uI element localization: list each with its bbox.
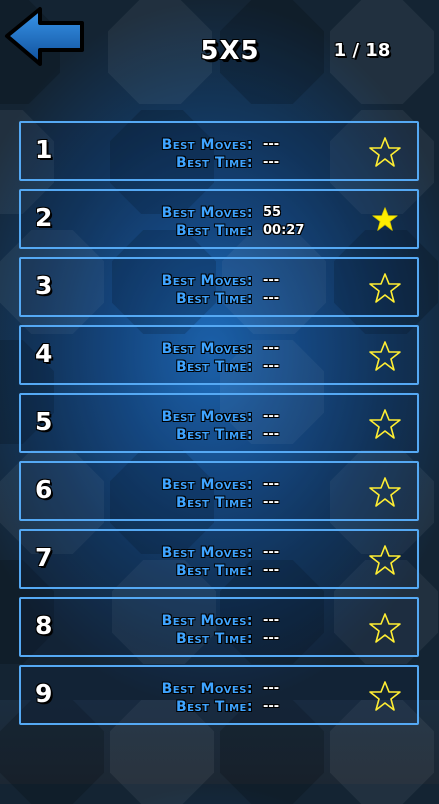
page-indicator: 1 / 18 [333, 40, 391, 61]
back-arrow-icon [5, 7, 84, 66]
star-outline-icon [369, 409, 401, 439]
best-time-value: --- [263, 291, 280, 306]
best-time-label: Best Time: [175, 699, 253, 715]
best-time-value: --- [263, 155, 280, 170]
best-moves-label: Best Moves: [161, 273, 253, 289]
best-time-value: --- [263, 563, 280, 578]
best-time-label: Best Time: [175, 631, 253, 647]
best-moves-value: --- [263, 409, 280, 424]
best-time-label: Best Time: [175, 563, 253, 579]
level-list: 1 Best Moves: --- Best Time: --- 2 Best … [19, 121, 419, 733]
star-outline-icon [369, 681, 401, 711]
best-time-label: Best Time: [175, 155, 253, 171]
level-number: 4 [35, 339, 53, 368]
star-outline-icon [369, 545, 401, 575]
level-row-8[interactable]: 8 Best Moves: --- Best Time: --- [19, 597, 419, 657]
level-number: 8 [35, 611, 53, 640]
level-row-9[interactable]: 9 Best Moves: --- Best Time: --- [19, 665, 419, 725]
star-filled-icon [372, 207, 398, 231]
best-moves-value: --- [263, 613, 280, 628]
level-number: 5 [35, 407, 53, 436]
level-row-5[interactable]: 5 Best Moves: --- Best Time: --- [19, 393, 419, 453]
best-moves-label: Best Moves: [161, 137, 253, 153]
level-number: 7 [35, 543, 53, 572]
header: 5X5 1 / 18 [0, 0, 439, 110]
level-row-1[interactable]: 1 Best Moves: --- Best Time: --- [19, 121, 419, 181]
best-time-value: --- [263, 495, 280, 510]
level-row-6[interactable]: 6 Best Moves: --- Best Time: --- [19, 461, 419, 521]
best-moves-value: --- [263, 681, 280, 696]
star-outline-icon [369, 341, 401, 371]
best-time-label: Best Time: [175, 291, 253, 307]
best-time-value: --- [263, 359, 280, 374]
level-number: 6 [35, 475, 53, 504]
star-outline-icon [369, 137, 401, 167]
best-moves-label: Best Moves: [161, 681, 253, 697]
best-time-value: --- [263, 427, 280, 442]
best-time-value: 00:27 [263, 223, 305, 238]
best-time-label: Best Time: [175, 427, 253, 443]
level-row-7[interactable]: 7 Best Moves: --- Best Time: --- [19, 529, 419, 589]
best-moves-label: Best Moves: [161, 205, 253, 221]
best-moves-label: Best Moves: [161, 409, 253, 425]
best-moves-label: Best Moves: [161, 477, 253, 493]
best-time-label: Best Time: [175, 223, 253, 239]
best-moves-value: 55 [263, 205, 282, 220]
star-outline-icon [369, 273, 401, 303]
best-moves-value: --- [263, 341, 280, 356]
best-moves-label: Best Moves: [161, 613, 253, 629]
level-row-3[interactable]: 3 Best Moves: --- Best Time: --- [19, 257, 419, 317]
best-time-label: Best Time: [175, 359, 253, 375]
level-number: 1 [35, 135, 53, 164]
best-moves-value: --- [263, 137, 280, 152]
level-number: 2 [35, 203, 53, 232]
best-time-value: --- [263, 631, 280, 646]
best-moves-label: Best Moves: [161, 341, 253, 357]
best-time-label: Best Time: [175, 495, 253, 511]
back-button[interactable] [4, 6, 86, 66]
level-number: 3 [35, 271, 53, 300]
best-time-value: --- [263, 699, 280, 714]
level-row-4[interactable]: 4 Best Moves: --- Best Time: --- [19, 325, 419, 385]
star-outline-icon [369, 477, 401, 507]
level-number: 9 [35, 679, 53, 708]
best-moves-label: Best Moves: [161, 545, 253, 561]
best-moves-value: --- [263, 273, 280, 288]
star-outline-icon [369, 613, 401, 643]
page-title: 5X5 [200, 36, 260, 66]
best-moves-value: --- [263, 477, 280, 492]
level-row-2[interactable]: 2 Best Moves: 55 Best Time: 00:27 [19, 189, 419, 249]
best-moves-value: --- [263, 545, 280, 560]
